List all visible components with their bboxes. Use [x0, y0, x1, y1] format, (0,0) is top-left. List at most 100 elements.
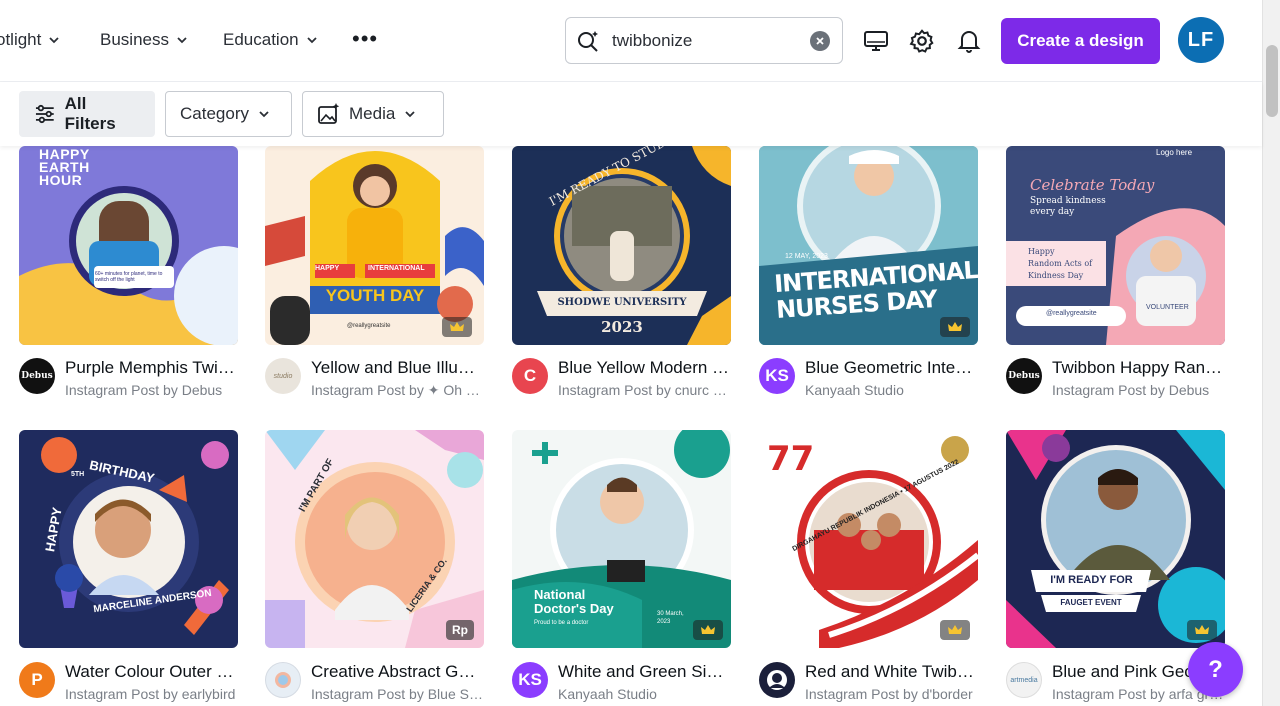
crown-icon	[701, 625, 715, 634]
template-thumbnail[interactable]: 5TH BIRTHDAY HAPPY MARCELINE ANDERSON	[19, 430, 238, 648]
scrollbar-thumb[interactable]	[1266, 45, 1278, 117]
creator-avatar[interactable]	[265, 662, 301, 698]
thumb-text: I'M READY FOR	[1050, 574, 1133, 586]
paid-badge: Rp	[446, 620, 474, 640]
thumb-text: INTERNATIONAL	[368, 265, 425, 272]
clear-search-button[interactable]	[810, 31, 830, 51]
create-design-button[interactable]: Create a design	[1001, 18, 1160, 64]
creator-avatar[interactable]: C	[512, 358, 548, 394]
thumb-text: Kindness Day	[1028, 271, 1084, 280]
crown-icon	[948, 625, 962, 634]
template-thumbnail[interactable]: National Doctor's Day Proud to be a doct…	[512, 430, 731, 648]
template-subtitle[interactable]: Instagram Post by Debus	[1052, 382, 1224, 398]
creator-avatar[interactable]: Debus	[1006, 358, 1042, 394]
help-button[interactable]: ?	[1188, 642, 1243, 697]
template-thumbnail[interactable]: I'M READY FOR FAUGET EVENT	[1006, 430, 1225, 648]
template-thumbnail[interactable]: Logo here Celebrate Today Spread kindnes…	[1006, 146, 1225, 345]
thumb-text: Spread kindness	[1030, 196, 1106, 206]
template-title[interactable]: Red and White Twibbon Indonesia	[805, 662, 977, 682]
creator-avatar[interactable]: KS	[512, 662, 548, 698]
creator-avatar[interactable]: Debus	[19, 358, 55, 394]
category-dropdown[interactable]: Category	[165, 91, 292, 137]
more-menu-button[interactable]: •••	[352, 28, 378, 50]
media-label: Media	[349, 104, 396, 123]
template-card[interactable]: Logo here Celebrate Today Spread kindnes…	[1006, 146, 1225, 345]
template-card[interactable]: 5TH BIRTHDAY HAPPY MARCELINE ANDERSON	[19, 430, 238, 648]
template-card[interactable]: National Doctor's Day Proud to be a doct…	[512, 430, 731, 648]
template-subtitle[interactable]: Instagram Post by earlybird	[65, 686, 237, 702]
thumb-caption: @reallygreatsite	[347, 323, 391, 329]
crown-icon	[948, 322, 962, 331]
template-subtitle[interactable]: Kanyaah Studio	[805, 382, 977, 398]
search-box	[565, 17, 843, 64]
media-dropdown[interactable]: Media	[302, 91, 444, 137]
template-subtitle[interactable]: Instagram Post by cnurc design	[558, 382, 730, 398]
creator-avatar[interactable]: P	[19, 662, 55, 698]
template-subtitle[interactable]: Kanyaah Studio	[558, 686, 730, 702]
template-thumbnail[interactable]: 77 DIRGAHAYU REPUBLIK INDONESIA • 17 AGU…	[759, 430, 978, 648]
creator-avatar[interactable]	[759, 662, 795, 698]
category-label: Category	[180, 104, 249, 123]
template-subtitle[interactable]: Instagram Post by ✦ Oh Studio	[311, 382, 483, 399]
template-title[interactable]: Blue Geometric International Nurses Day	[805, 358, 977, 378]
template-title[interactable]: Purple Memphis Twibbon Earth Hour	[65, 358, 237, 378]
template-thumbnail[interactable]: HAPPY INTERNATIONAL YOUTH DAY @reallygre…	[265, 146, 484, 345]
template-title[interactable]: Twibbon Happy Random Acts of Kindness	[1052, 358, 1224, 378]
user-avatar[interactable]: LF	[1178, 17, 1224, 63]
template-title[interactable]: White and Green Simple Doctor's Day	[558, 662, 730, 682]
chevron-down-icon	[177, 37, 187, 44]
all-filters-label: All Filters	[64, 94, 116, 133]
template-meta: KS White and Green Simple Doctor's Day K…	[512, 662, 747, 702]
nav-spotlight[interactable]: otlight	[0, 30, 61, 50]
thumb-text: Happy	[1028, 247, 1055, 256]
notifications-button[interactable]	[955, 27, 983, 55]
template-thumbnail[interactable]: I'M PART OF LICERIA & CO. Rp	[265, 430, 484, 648]
creator-logo-icon	[275, 672, 291, 688]
template-thumbnail[interactable]: 12 MAY, 2023 INTERNATIONAL NURSES DAY	[759, 146, 978, 345]
gear-icon	[909, 29, 934, 53]
template-thumbnail[interactable]: HAPPY EARTH HOUR 60+ minutes for planet,…	[19, 146, 238, 345]
thumb-text: FAUGET EVENT	[1060, 598, 1122, 607]
creator-avatar[interactable]: studio	[265, 358, 301, 394]
page-scrollbar[interactable]	[1262, 0, 1280, 706]
template-card[interactable]: 12 MAY, 2023 INTERNATIONAL NURSES DAY	[759, 146, 978, 345]
thumb-text: Proud to be a doctor	[534, 620, 589, 626]
thumb-caption: 60+ minutes for planet, time to switch o…	[95, 271, 163, 283]
thumb-text: YOUTH DAY	[325, 286, 425, 305]
creator-avatar[interactable]: artmedia	[1006, 662, 1042, 698]
template-card[interactable]: 77 DIRGAHAYU REPUBLIK INDONESIA • 17 AGU…	[759, 430, 978, 648]
template-title[interactable]: Water Colour Outer Space Birthday	[65, 662, 237, 682]
thumb-text: Celebrate Today	[1030, 176, 1155, 194]
crown-icon	[1195, 625, 1209, 634]
creator-avatar[interactable]: KS	[759, 358, 795, 394]
nav-business-label: Business	[100, 30, 169, 49]
nav-business[interactable]: Business	[100, 30, 189, 50]
search-input[interactable]	[612, 30, 802, 51]
template-card[interactable]: I'M READY FOR FAUGET EVENT	[1006, 430, 1225, 648]
thumb-text: every day	[1030, 207, 1075, 217]
template-title[interactable]: Creative Abstract Geometric Twibbon	[311, 662, 483, 682]
all-filters-button[interactable]: All Filters	[19, 91, 155, 137]
template-meta: C Blue Yellow Modern Graduation Instagra…	[512, 358, 747, 398]
svg-text:77: 77	[767, 439, 814, 479]
template-card[interactable]: HAPPY EARTH HOUR 60+ minutes for planet,…	[19, 146, 238, 345]
premium-crown-badge	[940, 620, 970, 640]
template-subtitle[interactable]: Instagram Post by Debus	[65, 382, 237, 398]
template-card[interactable]: HAPPY INTERNATIONAL YOUTH DAY @reallygre…	[265, 146, 484, 345]
template-card[interactable]: I'M PART OF LICERIA & CO. Rp	[265, 430, 484, 648]
thumb-text: HOUR	[39, 172, 83, 188]
thumb-text: National	[534, 587, 586, 602]
template-title[interactable]: Yellow and Blue Illustrated Youth Day	[311, 358, 483, 378]
template-card[interactable]: I'M READY TO STUDY AT SHODWE UNIVERSITY …	[512, 146, 731, 345]
desktop-app-button[interactable]	[862, 27, 890, 55]
premium-crown-badge	[442, 317, 472, 337]
template-title[interactable]: Blue Yellow Modern Graduation	[558, 358, 730, 378]
settings-button[interactable]	[908, 27, 936, 55]
template-meta: Debus Purple Memphis Twibbon Earth Hour …	[19, 358, 254, 398]
sliders-icon	[35, 104, 54, 124]
template-thumbnail[interactable]: I'M READY TO STUDY AT SHODWE UNIVERSITY …	[512, 146, 731, 345]
thumb-text: 2023	[657, 619, 671, 625]
template-subtitle[interactable]: Instagram Post by d'border	[805, 686, 977, 702]
template-subtitle[interactable]: Instagram Post by Blue Studio	[311, 686, 483, 702]
nav-education[interactable]: Education	[223, 30, 319, 50]
